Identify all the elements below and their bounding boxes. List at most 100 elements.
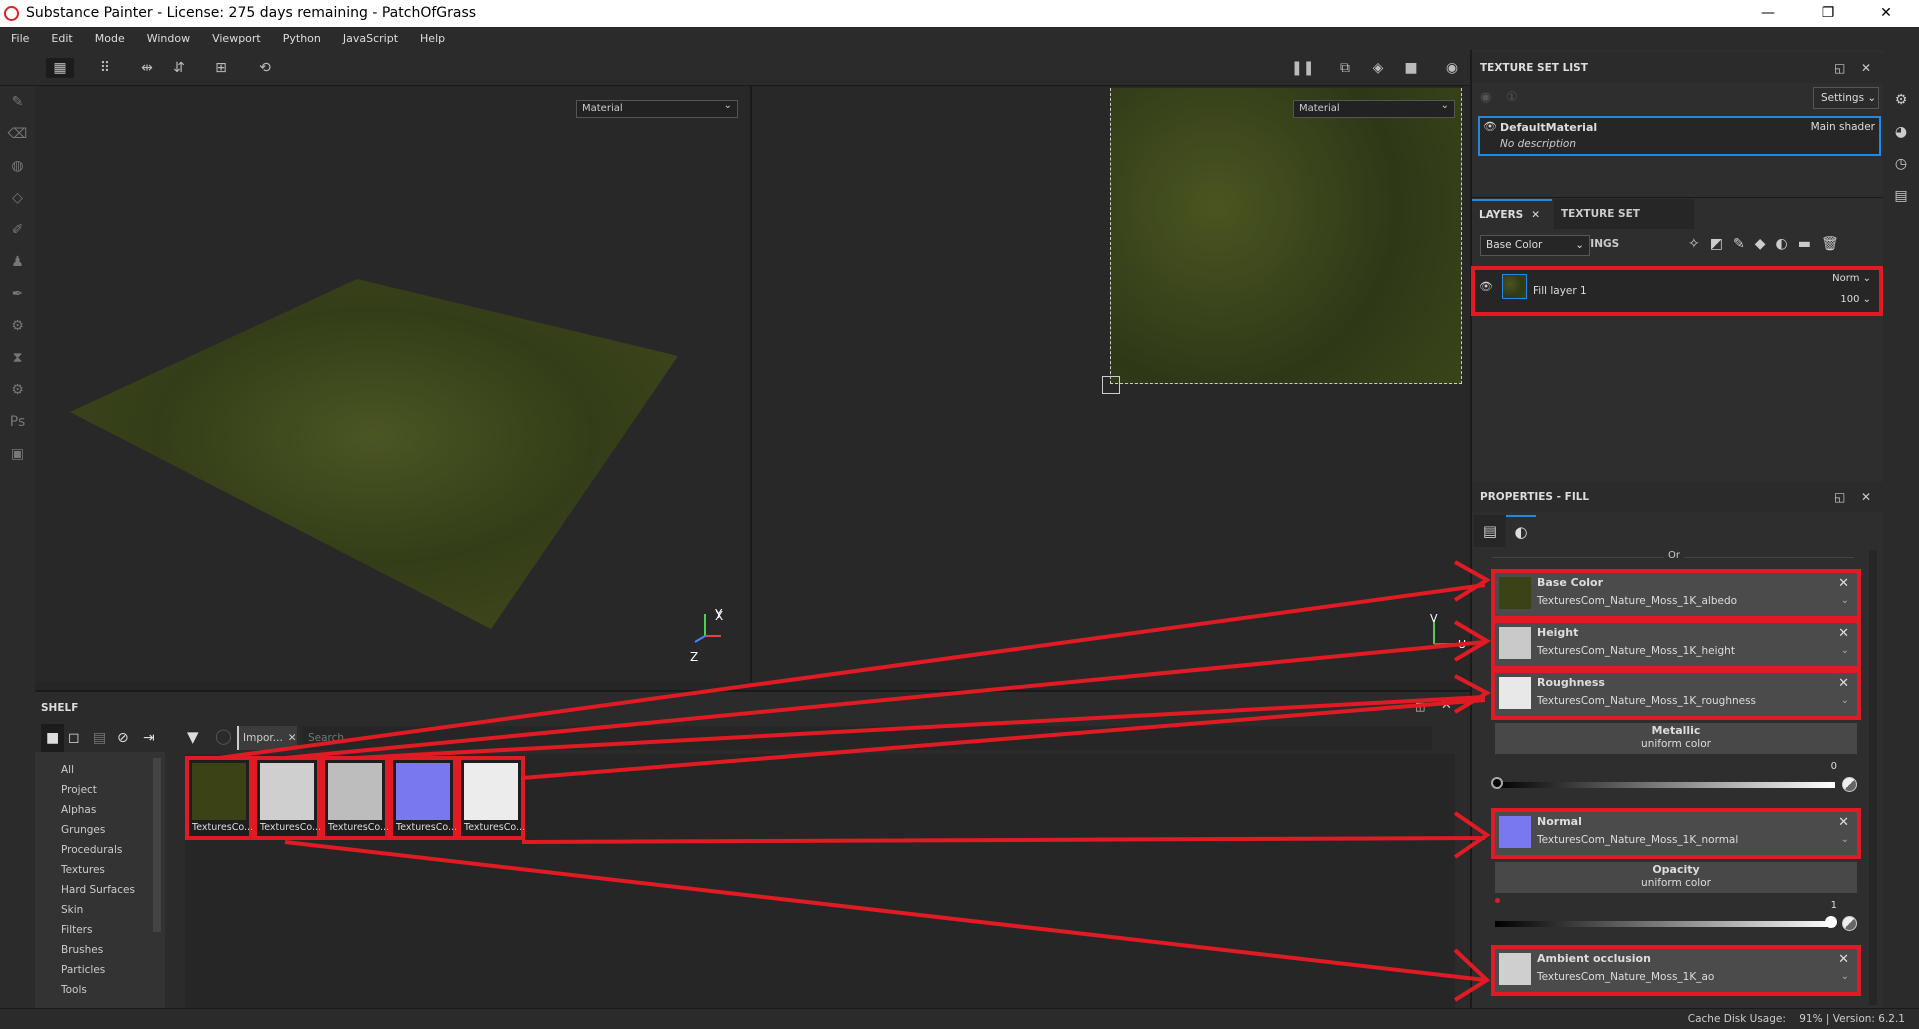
layout-grid-icon[interactable]: ⠿ — [94, 58, 116, 78]
channel-texture[interactable]: TexturesCom_Nature_Moss_1K_ao — [1537, 971, 1714, 983]
clone-icon[interactable]: ♟ — [0, 246, 35, 278]
folder-icon[interactable]: ■ — [41, 724, 65, 752]
reset-icon[interactable]: ⟲ — [254, 58, 276, 78]
opacity-value[interactable]: 1 — [1831, 900, 1837, 911]
remove-texture-icon[interactable]: ✕ — [1838, 626, 1849, 641]
blend-mode-select[interactable]: Norm ⌄ — [1832, 273, 1871, 284]
filter-tab-imported[interactable]: Impor... ✕ — [237, 726, 297, 750]
menu-viewport[interactable]: Viewport — [201, 27, 272, 50]
menu-help[interactable]: Help — [409, 27, 456, 50]
opacity-reset-icon[interactable] — [1842, 916, 1857, 931]
menu-javascript[interactable]: JavaScript — [332, 27, 409, 50]
layout-single-icon[interactable]: ▦ — [46, 58, 74, 78]
import-icon[interactable]: ⇥ — [143, 724, 155, 752]
close-shelf-icon[interactable]: ✕ — [1441, 698, 1452, 713]
metallic-value[interactable]: 0 — [1831, 761, 1837, 772]
filter-icon[interactable]: ▼ — [187, 728, 199, 746]
layer-opacity-select[interactable]: 100 ⌄ — [1840, 294, 1871, 305]
split-view-icon[interactable]: ⧉ — [1334, 58, 1356, 78]
plugin-icon[interactable]: ⚙ — [0, 374, 35, 406]
export-icon[interactable]: ▣ — [0, 438, 35, 470]
close-filter-icon[interactable]: ✕ — [288, 732, 297, 744]
close-button[interactable]: ✕ — [1863, 0, 1909, 27]
viewport-3d[interactable]: Material X Y Z — [35, 86, 752, 682]
maximize-button[interactable]: ❐ — [1805, 0, 1851, 27]
fill-settings-tab-icon[interactable]: ▤ — [1474, 515, 1506, 547]
layer-row-fill-layer-1[interactable]: 👁 Fill layer 1 Norm ⌄ 100 ⌄ — [1471, 266, 1883, 316]
settings-icon[interactable]: ⚙ — [0, 310, 35, 342]
category-procedurals[interactable]: Procedurals — [35, 840, 155, 860]
add-smart-material-icon[interactable]: ◐ — [1775, 236, 1797, 252]
minimize-button[interactable]: — — [1745, 0, 1791, 27]
bake-icon[interactable]: ⧗ — [0, 342, 35, 374]
shader-settings-icon[interactable]: ◕ — [1883, 116, 1919, 148]
category-particles[interactable]: Particles — [35, 960, 155, 980]
symmetry-y-icon[interactable]: ⇵ — [168, 58, 190, 78]
opacity-uniform-button[interactable]: Opacity uniform color — [1495, 862, 1857, 893]
shelf-thumbnail[interactable]: TexturesCo... — [253, 756, 321, 840]
smudge-icon[interactable]: ✐ — [0, 214, 35, 246]
chevron-down-icon[interactable]: ⌄ — [1841, 971, 1849, 982]
channel-texture[interactable]: TexturesCom_Nature_Moss_1K_normal — [1537, 834, 1738, 846]
cube-icon[interactable]: ◈ — [1367, 58, 1389, 78]
chevron-down-icon[interactable]: ⌄ — [1841, 834, 1849, 845]
menu-file[interactable]: File — [0, 27, 40, 50]
close-panel-icon[interactable]: ✕ — [1861, 482, 1871, 512]
log-icon[interactable]: ▤ — [1883, 180, 1919, 212]
category-scrollbar[interactable] — [153, 758, 161, 932]
category-hard-surfaces[interactable]: Hard Surfaces — [35, 880, 155, 900]
category-tools[interactable]: Tools — [35, 980, 155, 1000]
opacity-slider-knob[interactable] — [1825, 916, 1837, 928]
viewport-2d[interactable]: Material V U — [752, 86, 1470, 682]
menu-mode[interactable]: Mode — [84, 27, 136, 50]
screenshot-icon[interactable]: ◉ — [1441, 58, 1463, 78]
photoshop-icon[interactable]: Ps — [0, 406, 35, 438]
chevron-down-icon[interactable]: ⌄ — [1841, 645, 1849, 656]
history-icon[interactable]: ◷ — [1883, 148, 1919, 180]
delete-layer-icon[interactable]: 🗑 — [1821, 236, 1849, 252]
texture-set-item[interactable]: 👁 DefaultMaterial Main shader No descrip… — [1478, 116, 1881, 156]
close-panel-icon[interactable]: ✕ — [1861, 53, 1871, 83]
eye-icon[interactable]: 👁 — [1483, 120, 1497, 133]
save-icon[interactable]: ▤ — [93, 724, 106, 752]
shelf-search-input[interactable] — [302, 726, 1432, 750]
category-alphas[interactable]: Alphas — [35, 800, 155, 820]
channel-card-roughness[interactable]: Roughness TexturesCom_Nature_Moss_1K_roug… — [1491, 669, 1861, 720]
channel-texture[interactable]: TexturesCom_Nature_Moss_1K_height — [1537, 645, 1735, 657]
layer-visibility-eye-icon[interactable]: 👁 — [1479, 280, 1493, 293]
shelf-thumbnail[interactable]: TexturesCo... — [185, 756, 253, 840]
category-skin[interactable]: Skin — [35, 900, 155, 920]
menu-window[interactable]: Window — [136, 27, 201, 50]
category-textures[interactable]: Textures — [35, 860, 155, 880]
close-tab-icon[interactable]: ✕ — [1531, 209, 1540, 221]
hide-icon[interactable]: ⊘ — [117, 724, 129, 752]
channel-card-base-color[interactable]: Base Color TexturesCom_Nature_Moss_1K_alb… — [1491, 569, 1861, 620]
opacity-slider[interactable] — [1495, 916, 1837, 928]
channel-card-normal[interactable]: Normal TexturesCom_Nature_Moss_1K_normal ✕… — [1491, 808, 1861, 859]
add-paint-layer-icon[interactable]: ✎ — [1733, 236, 1755, 252]
refresh-icon[interactable]: ◯ — [215, 727, 232, 745]
shader-name[interactable]: Main shader — [1811, 121, 1875, 133]
menu-edit[interactable]: Edit — [40, 27, 83, 50]
solo-icon[interactable]: ① — [1506, 90, 1518, 105]
channel-card-ambient-occlusion[interactable]: Ambient occlusion TexturesCom_Nature_Moss… — [1491, 945, 1861, 996]
metallic-slider-knob[interactable] — [1491, 777, 1503, 789]
add-folder-icon[interactable]: ▬ — [1798, 236, 1821, 252]
pause-icon[interactable]: ❚❚ — [1291, 58, 1314, 78]
layer-name[interactable]: Fill layer 1 — [1533, 285, 1587, 297]
remove-texture-icon[interactable]: ✕ — [1838, 815, 1849, 830]
settings-dropdown[interactable]: Settings ⌄ — [1813, 87, 1879, 109]
category-grunges[interactable]: Grunges — [35, 820, 155, 840]
shelf-thumbnail[interactable]: TexturesCo... — [457, 756, 525, 840]
add-mask-icon[interactable]: ◩ — [1710, 236, 1733, 252]
tab-texture-set-settings[interactable]: TEXTURE SET SETTINGS — [1554, 199, 1694, 250]
remove-texture-icon[interactable]: ✕ — [1838, 576, 1849, 591]
uv-corner-handle[interactable] — [1102, 376, 1120, 394]
frame-icon[interactable]: ⊞ — [210, 58, 232, 78]
metallic-slider[interactable] — [1491, 777, 1835, 789]
category-all[interactable]: All — [35, 760, 155, 780]
channel-card-height[interactable]: Height TexturesCom_Nature_Moss_1K_height ✕… — [1491, 619, 1861, 670]
chevron-down-icon[interactable]: ⌄ — [1841, 695, 1849, 706]
float-panel-icon[interactable]: ◱ — [1834, 53, 1845, 83]
channel-texture[interactable]: TexturesCom_Nature_Moss_1K_roughness — [1537, 695, 1756, 707]
